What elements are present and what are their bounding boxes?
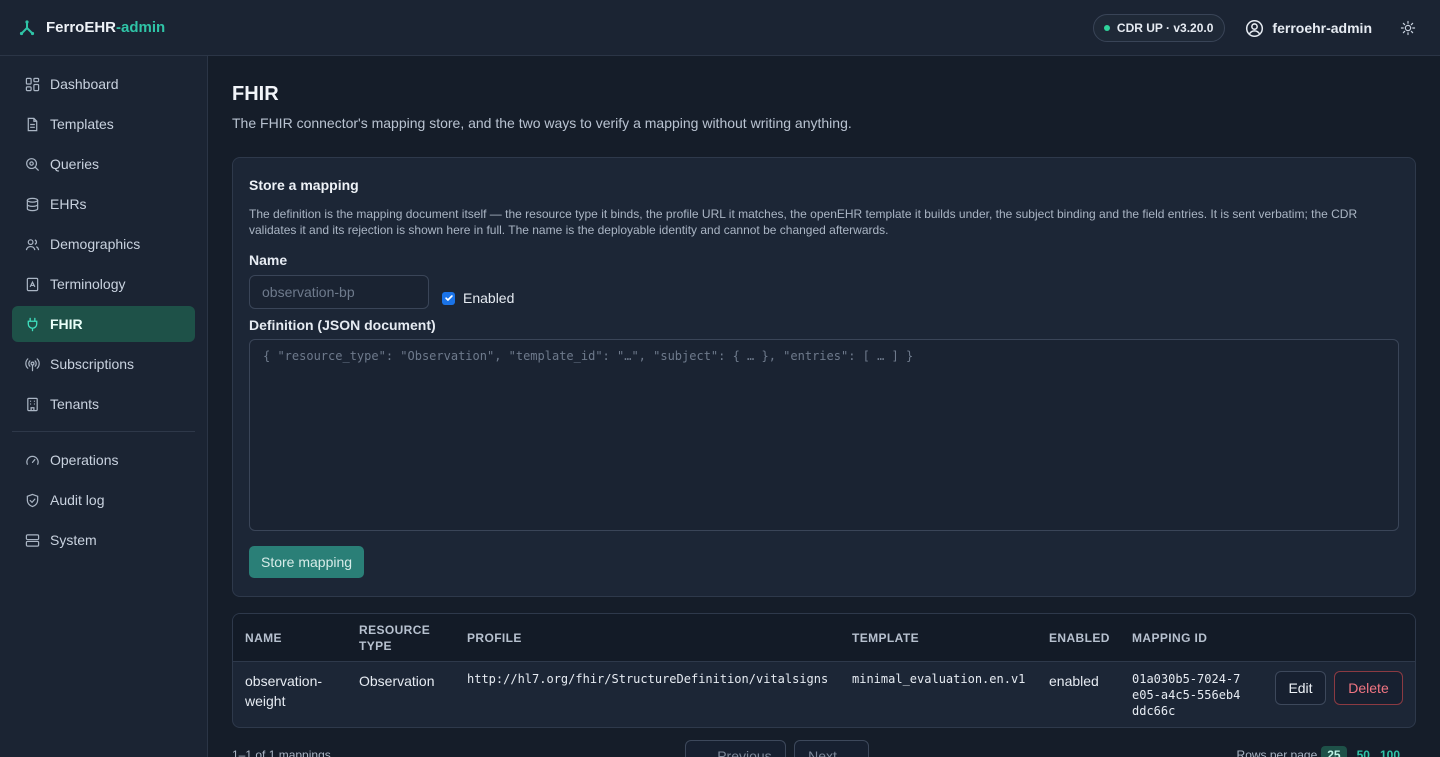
theme-toggle-button[interactable] bbox=[1398, 18, 1418, 38]
rows-per-page-option-50[interactable]: 50 bbox=[1357, 748, 1370, 757]
column-header-enabled: ENABLED bbox=[1049, 631, 1110, 645]
cdr-status-text: CDR UP · v3.20.0 bbox=[1116, 21, 1214, 35]
sidebar-item-system[interactable]: System bbox=[12, 522, 195, 558]
store-mapping-title: Store a mapping bbox=[249, 177, 359, 193]
pagination: 1–1 of 1 mappings ← Previous Next → Rows… bbox=[232, 740, 1416, 757]
sidebar-item-label: Demographics bbox=[50, 236, 141, 252]
name-input[interactable] bbox=[249, 275, 429, 309]
sidebar-item-operations[interactable]: Operations bbox=[12, 442, 195, 478]
broadcast-icon bbox=[24, 356, 40, 372]
previous-page-button[interactable]: ← Previous bbox=[685, 740, 786, 757]
cell-enabled: enabled bbox=[1049, 673, 1099, 689]
sidebar-item-templates[interactable]: Templates bbox=[12, 106, 195, 142]
sidebar-item-subscriptions[interactable]: Subscriptions bbox=[12, 346, 195, 382]
next-page-button[interactable]: Next → bbox=[794, 740, 869, 757]
sidebar-item-label: Operations bbox=[50, 452, 119, 468]
check-icon bbox=[444, 295, 453, 301]
sidebar-item-fhir[interactable]: FHIR bbox=[12, 306, 195, 342]
sidebar-item-ehrs[interactable]: EHRs bbox=[12, 186, 195, 222]
logo-icon bbox=[19, 19, 35, 35]
cdr-status-badge: CDR UP · v3.20.0 bbox=[1092, 14, 1226, 42]
sidebar-item-dashboard[interactable]: Dashboard bbox=[12, 66, 195, 102]
edit-button[interactable]: Edit bbox=[1275, 671, 1326, 705]
user-menu[interactable]: ferroehr-admin bbox=[1245, 19, 1372, 38]
sidebar-item-label: Tenants bbox=[50, 396, 100, 412]
rows-per-page-option-100[interactable]: 100 bbox=[1380, 748, 1400, 757]
sidebar-item-label: FHIR bbox=[50, 316, 83, 332]
column-header-resource-type: RESOURCE TYPE bbox=[359, 623, 431, 653]
rows-per-page: Rows per page 25 50 100 bbox=[1237, 746, 1416, 757]
enabled-checkbox[interactable] bbox=[442, 291, 455, 305]
table-header: NAME RESOURCE TYPE PROFILE TEMPLATE ENAB… bbox=[233, 614, 1415, 662]
brand[interactable]: FerroEHR -admin bbox=[18, 19, 165, 37]
cell-profile: http://hl7.org/fhir/StructureDefinition/… bbox=[467, 672, 829, 686]
cell-resource-type: Observation bbox=[359, 673, 435, 689]
gauge-icon bbox=[24, 452, 40, 468]
cell-name: observation-weight bbox=[245, 673, 323, 709]
app-name-accent: -admin bbox=[116, 19, 166, 36]
sidebar-item-label: Audit log bbox=[50, 492, 105, 508]
search-icon bbox=[24, 156, 40, 172]
column-header-name: NAME bbox=[245, 631, 282, 645]
column-header-template: TEMPLATE bbox=[852, 631, 919, 645]
sun-icon bbox=[1400, 20, 1416, 36]
sidebar-item-terminology[interactable]: Terminology bbox=[12, 266, 195, 302]
enabled-label: Enabled bbox=[463, 290, 515, 306]
user-circle-icon bbox=[1246, 19, 1264, 37]
sidebar-item-demographics[interactable]: Demographics bbox=[12, 226, 195, 262]
users-icon bbox=[24, 236, 40, 252]
name-label: Name bbox=[249, 252, 288, 268]
store-mapping-description: The definition is the mapping document i… bbox=[249, 207, 1358, 237]
sidebar-item-tenants[interactable]: Tenants bbox=[12, 386, 195, 422]
cell-mapping-id: 01a030b5-7024-7e05-a4c5-556eb4ddc66c bbox=[1132, 672, 1241, 718]
sidebar-item-label: EHRs bbox=[50, 196, 87, 212]
building-icon bbox=[24, 396, 40, 412]
mappings-table: NAME RESOURCE TYPE PROFILE TEMPLATE ENAB… bbox=[232, 613, 1416, 728]
sidebar-item-label: Dashboard bbox=[50, 76, 119, 92]
sidebar-item-label: Templates bbox=[50, 116, 114, 132]
enabled-toggle[interactable]: Enabled bbox=[442, 290, 514, 306]
store-mapping-button[interactable]: Store mapping bbox=[249, 546, 365, 578]
rows-per-page-label: Rows per page bbox=[1236, 748, 1318, 757]
plug-icon bbox=[24, 316, 40, 332]
app-name: FerroEHR bbox=[46, 19, 117, 36]
definition-label: Definition (JSON document) bbox=[249, 317, 436, 333]
result-count: 1–1 of 1 mappings bbox=[232, 748, 331, 757]
page-subtitle: The FHIR connector's mapping store, and … bbox=[232, 115, 852, 131]
dashboard-icon bbox=[24, 76, 40, 92]
sidebar-item-label: Queries bbox=[50, 156, 100, 172]
column-header-mapping-id: MAPPING ID bbox=[1132, 631, 1208, 645]
rows-per-page-option-25[interactable]: 25 bbox=[1321, 746, 1347, 757]
server-icon bbox=[24, 532, 40, 548]
store-mapping-card: Store a mapping The definition is the ma… bbox=[232, 157, 1416, 597]
sidebar: Dashboard Templates Queries EHRs Demogra… bbox=[0, 56, 208, 757]
table-row: observation-weight Observation http://hl… bbox=[233, 662, 1415, 727]
top-bar: FerroEHR -admin CDR UP · v3.20.0 ferroehr… bbox=[0, 0, 1440, 56]
document-icon bbox=[24, 116, 40, 132]
sidebar-divider bbox=[12, 431, 195, 432]
book-icon bbox=[24, 276, 40, 292]
status-dot-icon bbox=[1103, 25, 1110, 31]
main-content: FHIR The FHIR connector's mapping store,… bbox=[232, 56, 1416, 728]
sidebar-item-label: Terminology bbox=[50, 276, 126, 292]
database-icon bbox=[24, 196, 40, 212]
shield-icon bbox=[24, 492, 40, 508]
column-header-profile: PROFILE bbox=[467, 631, 522, 645]
sidebar-item-label: Subscriptions bbox=[50, 356, 135, 372]
definition-textarea[interactable] bbox=[249, 339, 1399, 531]
sidebar-item-audit-log[interactable]: Audit log bbox=[12, 482, 195, 518]
cell-template: minimal_evaluation.en.v1 bbox=[852, 672, 1026, 686]
delete-button[interactable]: Delete bbox=[1334, 671, 1403, 705]
username: ferroehr-admin bbox=[1272, 20, 1372, 36]
sidebar-item-queries[interactable]: Queries bbox=[12, 146, 195, 182]
page-title: FHIR bbox=[232, 83, 279, 105]
sidebar-item-label: System bbox=[50, 532, 97, 548]
